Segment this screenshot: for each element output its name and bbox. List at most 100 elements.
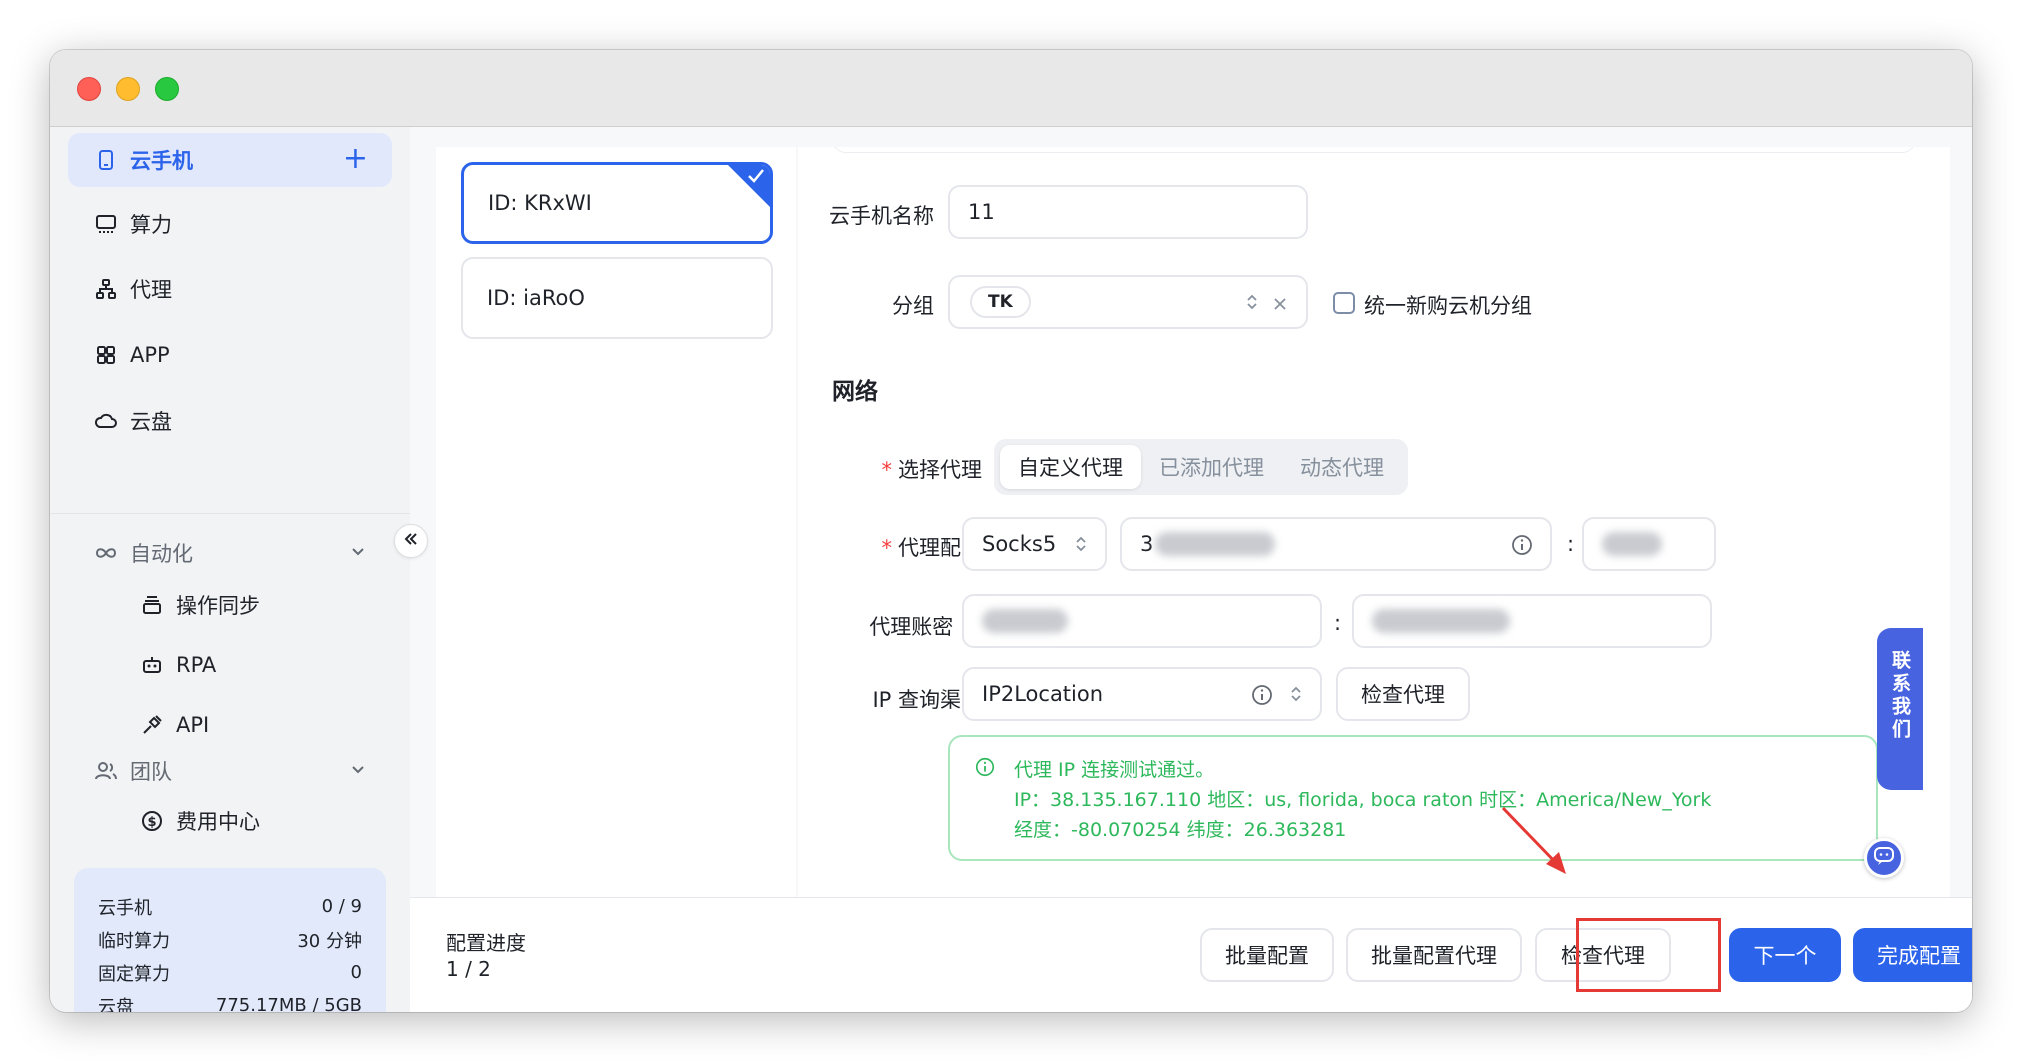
result-ip-info: IP：38.135.167.110 地区：us, florida, boca r… [1014, 789, 1712, 811]
proxy-account-label: 代理账密 [818, 611, 982, 643]
info-icon[interactable] [1510, 533, 1534, 562]
sidebar-item-label: 云盘 [130, 410, 172, 434]
check-icon [746, 166, 766, 190]
robot-icon [138, 651, 166, 679]
minimize-window-button[interactable] [116, 77, 140, 101]
chevron-down-icon [348, 541, 368, 566]
group-select[interactable]: TK [948, 275, 1308, 329]
sidebar-item-compute[interactable]: 算力 [68, 197, 392, 251]
sidebar-item-api[interactable]: API [68, 700, 392, 750]
check-proxy-inline-button[interactable]: 检查代理 [1336, 667, 1470, 721]
double-chevron-left-icon [402, 530, 420, 552]
plug-icon [138, 711, 166, 739]
monitor-icon [92, 210, 120, 238]
proxy-host-input[interactable]: 3 [1120, 517, 1552, 571]
sidebar-divider [50, 513, 410, 514]
sidebar-item-label: APP [130, 343, 170, 367]
phone-icon [92, 146, 120, 174]
add-cloud-phone-button[interactable]: + [343, 144, 368, 174]
sidebar-item-proxy[interactable]: 代理 [68, 262, 392, 316]
network-section-title: 网络 [832, 379, 878, 405]
info-icon[interactable] [1250, 683, 1274, 712]
layers-icon [138, 591, 166, 619]
tab-added-proxy[interactable]: 已添加代理 [1141, 445, 1282, 489]
device-item[interactable]: ID: iaRoO [461, 257, 773, 339]
config-form: 云手机名称 11 分组 TK 统一新购云机分组 网络 * 选择代理 自定义代理 已… [798, 147, 1950, 897]
main-area: ID: KRxWI ID: iaRoO 云手机名称 11 分组 TK 统一新购云… [410, 127, 1972, 1012]
quota-row: 云手机 0 / 9 [98, 896, 362, 919]
chevron-down-icon [348, 759, 368, 784]
redacted-password [1372, 609, 1510, 633]
zoom-window-button[interactable] [155, 77, 179, 101]
svg-text:$: $ [147, 815, 156, 830]
sort-arrows-icon [1244, 291, 1260, 318]
proxy-test-result: 代理 IP 连接测试通过。 IP：38.135.167.110 地区：us, f… [948, 735, 1878, 861]
infinity-icon [92, 539, 120, 567]
ip-channel-select[interactable]: IP2Location [962, 667, 1322, 721]
app-window: 云手机 + 算力 代理 APP 云盘 自动化 操作同步 RPA API 团队 $… [50, 50, 1972, 1012]
group-tag: TK [970, 286, 1031, 318]
sidebar-item-label: 费用中心 [176, 810, 260, 834]
sidebar-item-cloud-disk[interactable]: 云盘 [68, 394, 392, 448]
sidebar-item-billing[interactable]: $ 费用中心 [68, 796, 392, 846]
sidebar-item-label: RPA [176, 653, 217, 677]
title-bar [50, 50, 1972, 127]
batch-config-button[interactable]: 批量配置 [1200, 928, 1334, 982]
close-window-button[interactable] [77, 77, 101, 101]
ip-channel-label: IP 查询渠道 [872, 688, 982, 712]
sidebar-item-sync[interactable]: 操作同步 [68, 580, 392, 630]
sort-arrows-icon [1073, 533, 1089, 560]
proxy-port-input[interactable] [1582, 517, 1716, 571]
proxy-password-input[interactable] [1352, 594, 1712, 648]
select-proxy-label: * 选择代理 [881, 458, 983, 482]
quota-row: 固定算力 0 [98, 962, 362, 985]
sidebar-item-label: API [176, 713, 210, 737]
sidebar: 云手机 + 算力 代理 APP 云盘 自动化 操作同步 RPA API 团队 $… [50, 127, 410, 1012]
sidebar-group-label: 团队 [130, 760, 172, 784]
next-button[interactable]: 下一个 [1729, 928, 1841, 982]
proxy-config-label: * 代理配置 [881, 536, 983, 560]
finish-config-button[interactable]: 完成配置 [1853, 928, 1972, 982]
progress-label: 配置进度 [446, 931, 526, 955]
group-label: 分组 [892, 294, 934, 318]
protocol-select[interactable]: Socks5 [962, 517, 1107, 571]
sidebar-group-team[interactable]: 团队 [68, 744, 392, 798]
chat-bubble-button[interactable] [1864, 838, 1904, 878]
dollar-icon: $ [138, 807, 166, 835]
unify-group-checkbox[interactable] [1333, 292, 1355, 314]
sidebar-group-automation[interactable]: 自动化 [68, 526, 392, 580]
quota-card: 云手机 0 / 9 临时算力 30 分钟 固定算力 0 云盘 775.17MB / 5G… [74, 868, 386, 1012]
account-colon: : [1334, 611, 1342, 635]
device-list: ID: KRxWI ID: iaRoO [436, 147, 796, 897]
sidebar-item-app[interactable]: APP [68, 328, 392, 382]
batch-proxy-button[interactable]: 批量配置代理 [1346, 928, 1522, 982]
quota-row: 云盘 775.17MB / 5GB [98, 995, 362, 1012]
sidebar-item-cloud-phone[interactable]: 云手机 + [68, 133, 392, 187]
collapse-sidebar-button[interactable] [394, 524, 428, 558]
name-label: 云手机名称 [829, 204, 934, 228]
sidebar-group-label: 自动化 [130, 542, 193, 566]
redacted-host [1155, 532, 1276, 556]
proxy-username-input[interactable] [962, 594, 1322, 648]
grid-icon [92, 341, 120, 369]
users-icon [92, 757, 120, 785]
footer-bar: 配置进度 1 / 2 批量配置 批量配置代理 检查代理 下一个 完成配置 [410, 897, 1972, 1012]
redacted-username [982, 609, 1068, 633]
contact-us-tab[interactable]: 联系我们 [1877, 628, 1923, 790]
sidebar-item-label: 代理 [130, 278, 172, 302]
annotation-arrow [1501, 806, 1566, 874]
tab-custom-proxy[interactable]: 自定义代理 [1000, 445, 1141, 489]
result-title: 代理 IP 连接测试通过。 [1014, 759, 1215, 781]
contact-label: 联系我们 [1889, 650, 1911, 742]
tab-dynamic-proxy[interactable]: 动态代理 [1282, 445, 1402, 489]
sidebar-item-rpa[interactable]: RPA [68, 640, 392, 690]
sort-arrows-icon [1288, 683, 1304, 710]
cloud-icon [92, 407, 120, 435]
clear-icon[interactable] [1272, 293, 1288, 317]
device-item[interactable]: ID: KRxWI [461, 162, 773, 244]
sidebar-item-label: 操作同步 [176, 594, 260, 618]
proxy-type-segmented: 自定义代理 已添加代理 动态代理 [994, 439, 1408, 495]
quota-row: 临时算力 30 分钟 [98, 930, 362, 952]
name-input[interactable]: 11 [948, 185, 1308, 239]
redacted-port [1602, 532, 1662, 556]
